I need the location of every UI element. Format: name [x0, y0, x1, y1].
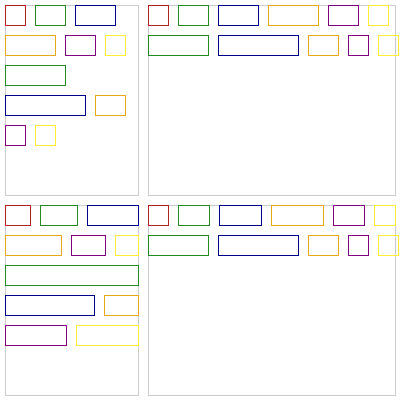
blue-box — [5, 295, 95, 316]
purple-box — [71, 235, 106, 256]
green-box — [178, 5, 209, 26]
layout-canvas — [0, 0, 400, 400]
panel-top-right — [148, 5, 396, 196]
yellow-box — [105, 35, 126, 56]
orange-box — [308, 235, 339, 256]
blue-box — [219, 205, 262, 226]
yellow-box — [35, 125, 56, 146]
purple-box — [5, 125, 26, 146]
purple-box — [348, 235, 369, 256]
red-box — [148, 5, 169, 26]
green-box — [5, 265, 139, 286]
purple-box — [348, 35, 369, 56]
green-box — [148, 235, 209, 256]
blue-box — [87, 205, 139, 226]
yellow-box — [378, 235, 399, 256]
red-box — [148, 205, 169, 226]
purple-box — [333, 205, 365, 226]
red-box — [5, 5, 26, 26]
yellow-box — [374, 205, 396, 226]
blue-box — [5, 95, 86, 116]
orange-box — [104, 295, 139, 316]
purple-box — [328, 5, 359, 26]
green-box — [178, 205, 210, 226]
green-box — [40, 205, 78, 226]
orange-box — [5, 235, 62, 256]
yellow-box — [76, 325, 139, 346]
purple-box — [5, 325, 67, 346]
yellow-box — [378, 35, 399, 56]
yellow-box — [115, 235, 139, 256]
blue-box — [218, 35, 299, 56]
green-box — [148, 35, 209, 56]
blue-box — [218, 5, 259, 26]
blue-box — [218, 235, 299, 256]
purple-box — [65, 35, 96, 56]
orange-box — [5, 35, 56, 56]
panel-bottom-right — [148, 205, 396, 396]
yellow-box — [368, 5, 389, 26]
red-box — [5, 205, 31, 226]
orange-box — [268, 5, 319, 26]
orange-box — [95, 95, 126, 116]
orange-box — [271, 205, 324, 226]
orange-box — [308, 35, 339, 56]
blue-box — [75, 5, 116, 26]
green-box — [5, 65, 66, 86]
green-box — [35, 5, 66, 26]
